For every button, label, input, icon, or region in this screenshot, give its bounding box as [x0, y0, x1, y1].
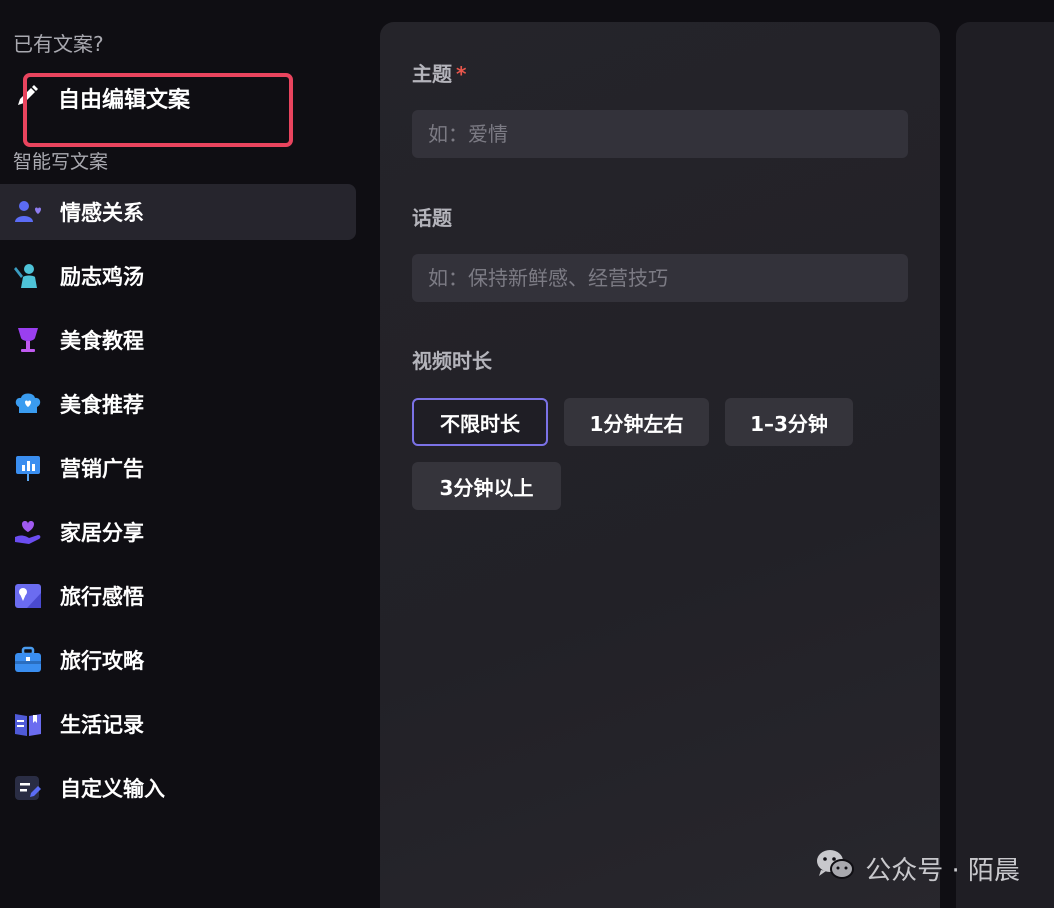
- sidebar-item-label: 营销广告: [60, 457, 144, 481]
- wine-glass-icon: [13, 325, 43, 355]
- topic-input[interactable]: [412, 110, 908, 158]
- app-root: 已有文案? 自由编辑文案 智能写文案 情感关系 励志鸡汤 美食教程 美食推荐 营…: [0, 0, 1054, 908]
- sidebar-item-travel-thoughts[interactable]: 旅行感悟: [0, 568, 356, 624]
- topic-label: 主题 *: [412, 58, 466, 87]
- duration-option-unlimited[interactable]: 不限时长: [412, 398, 548, 446]
- duration-option-over-3min[interactable]: 3分钟以上: [412, 462, 561, 510]
- duration-option-about-1min[interactable]: 1分钟左右: [564, 398, 709, 446]
- sidebar-item-label: 旅行攻略: [60, 649, 144, 673]
- sidebar-item-life-record[interactable]: 生活记录: [0, 696, 356, 752]
- watermark: 公众号 · 陌晨: [815, 848, 1020, 889]
- sidebar-item-custom-input[interactable]: 自定义输入: [0, 760, 356, 816]
- duration-option-1-3min[interactable]: 1–3分钟: [725, 398, 853, 446]
- sidebar-item-travel-guide[interactable]: 旅行攻略: [0, 632, 356, 688]
- required-asterisk: *: [456, 62, 467, 86]
- sidebar-item-marketing-ad[interactable]: 营销广告: [0, 440, 356, 496]
- couple-icon: [13, 197, 43, 227]
- sidebar-item-label: 自定义输入: [60, 777, 165, 801]
- subject-input[interactable]: [412, 254, 908, 302]
- duration-label: 视频时长: [412, 349, 492, 373]
- copy-form-panel: 主题* 话题 视频时长 不限时长 1分钟左右 1–3分钟 3分钟以上: [380, 22, 940, 908]
- sidebar-item-label: 励志鸡汤: [60, 265, 144, 289]
- presentation-board-icon: [13, 453, 43, 483]
- sidebar: 已有文案? 自由编辑文案 智能写文案 情感关系 励志鸡汤 美食教程 美食推荐 营…: [0, 0, 370, 908]
- sidebar-item-label: 美食推荐: [60, 393, 144, 417]
- map-pin-icon: [13, 581, 43, 611]
- sidebar-item-label: 生活记录: [60, 713, 144, 737]
- cheering-person-icon: [13, 261, 43, 291]
- sidebar-item-label: 家居分享: [60, 521, 144, 545]
- wechat-icon: [815, 848, 855, 889]
- sidebar-item-food-recommend[interactable]: 美食推荐: [0, 376, 356, 432]
- heart-hand-icon: [13, 517, 43, 547]
- sidebar-item-label: 情感关系: [60, 201, 144, 225]
- sidebar-item-home-share[interactable]: 家居分享: [0, 504, 356, 560]
- watermark-text: 公众号 · 陌晨: [865, 856, 1020, 886]
- smart-write-heading: 智能写文案: [13, 151, 109, 173]
- sidebar-item-label: 美食教程: [60, 329, 144, 353]
- sidebar-item-food-tutorial[interactable]: 美食教程: [0, 312, 356, 368]
- sidebar-item-emotional-relationship[interactable]: 情感关系: [0, 184, 356, 240]
- highlight-annotation-box: [23, 73, 293, 147]
- has-copy-heading: 已有文案?: [13, 32, 104, 56]
- suitcase-icon: [13, 645, 43, 675]
- subject-label: 话题: [412, 206, 452, 230]
- edit-note-icon: [13, 773, 43, 803]
- sidebar-item-motivational[interactable]: 励志鸡汤: [0, 248, 356, 304]
- open-book-icon: [13, 709, 43, 739]
- chef-hat-icon: [13, 389, 43, 419]
- sidebar-item-label: 旅行感悟: [60, 585, 144, 609]
- preview-panel: [956, 22, 1054, 908]
- topic-label-text: 主题: [412, 62, 452, 86]
